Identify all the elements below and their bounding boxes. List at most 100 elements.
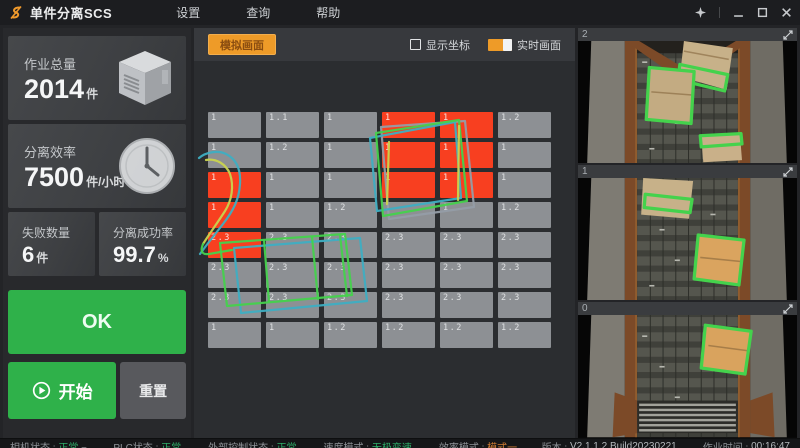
expand-icon[interactable] [783,304,793,314]
grid-cell: 1 [324,172,377,198]
expand-icon[interactable] [783,167,793,177]
grid-cell: 1.2 [266,142,319,168]
show-coordinates-control[interactable]: 显示坐标 [410,37,470,53]
grid-cell: 2.3 [266,262,319,288]
live-view-toggle[interactable] [488,39,512,51]
pin-icon[interactable] [695,7,706,18]
action-buttons: 开始 重置 [8,362,186,419]
minimize-icon[interactable] [733,7,744,18]
simulation-view-button[interactable]: 模拟画面 [208,34,276,55]
grid-cell: 1 [208,202,261,228]
stat-value: 6 [22,242,34,267]
status-dropdown-caret[interactable] [82,444,88,448]
stat-unit: % [158,251,169,265]
job-time-label: 作业时间 [703,439,751,448]
stat-card-total-jobs: 作业总量 2014件 [8,36,186,120]
main-area: 作业总量 2014件 分离效率 7500件/小时 [0,25,800,438]
menu-query[interactable]: 查询 [246,4,270,21]
stat-card-success-rate: 分离成功率 99.7% [99,212,186,276]
grid-cell: 1.2 [324,202,377,228]
show-coordinates-checkbox[interactable] [410,39,421,50]
grid-cell: 2.3 [498,232,551,258]
grid-cell: 1 [208,172,261,198]
title-bar: 单件分离SCS 设置查询帮助 [0,0,800,25]
grid-cell: 2.3 [324,232,377,258]
grid-cell: 2.3 [208,292,261,318]
grid-cell: 2.3 [498,292,551,318]
expand-icon[interactable] [783,30,793,40]
version-info: 版本 V2.1.1.2 Build20230221 [542,439,677,448]
stat-label: 失败数量 [22,224,95,241]
window-controls [695,7,792,18]
menu-settings[interactable]: 设置 [176,4,200,21]
grid-cell: 1.2 [498,112,551,138]
ok-button[interactable]: OK [8,290,186,354]
camera-panel: 2 1 [578,28,797,438]
job-time-value: 00:16:47 [751,441,790,448]
grid-cell: 2.3 [208,232,261,258]
grid-cell: 1 [266,202,319,228]
camera-image [578,41,797,163]
grid-cell: 1 [440,202,493,228]
grid-cell: 2.3 [208,262,261,288]
status-external: 外部控制状态正常 [208,439,296,448]
center-panel: 模拟画面 显示坐标 实时画面 11.11111.211.211111111111… [194,28,575,438]
maximize-icon[interactable] [757,7,768,18]
camera-image [578,178,797,300]
stat-unit: 件 [86,87,98,101]
grid-cell: 1 [498,172,551,198]
stat-card-efficiency: 分离效率 7500件/小时 [8,124,186,208]
grid-cell: 1.2 [382,322,435,348]
grid-cell: 2.3 [324,292,377,318]
menu-help[interactable]: 帮助 [316,4,340,21]
grid-cell: 1 [382,202,435,228]
status-efficiency: 效率模式模式一 [439,439,517,448]
grid-cell: 1.2 [498,202,551,228]
stat-label: 分离成功率 [113,224,186,241]
live-view-control[interactable]: 实时画面 [488,37,561,53]
grid-area: 11.11111.211.21111111111111.2111.22.32.3… [208,112,551,348]
stat-half-row: 失败数量 6件 分离成功率 99.7% [8,212,186,276]
camera-header: 2 [578,28,797,41]
camera-label: 2 [582,29,588,40]
start-button[interactable]: 开始 [8,362,116,419]
close-icon[interactable] [781,7,792,18]
grid-cell: 1 [382,112,435,138]
show-coordinates-label: 显示坐标 [426,37,470,53]
status-speed: 速度模式无极变速 [323,439,411,448]
reset-button[interactable]: 重置 [120,362,186,419]
version-label: 版本 [542,439,570,448]
stat-card-failures: 失败数量 6件 [8,212,95,276]
menu-bar: 设置 查询 帮助 [176,4,340,21]
grid-cell: 2.3 [382,262,435,288]
grid-cell: 2.3 [266,232,319,258]
stat-value: 2014 [24,74,84,104]
job-time-info: 作业时间 00:16:47 [703,439,790,448]
stats-sidebar: 作业总量 2014件 分离效率 7500件/小时 [3,28,191,438]
grid-cell: 1 [382,172,435,198]
status-bar: 相机状态正常PLC状态正常外部控制状态正常速度模式无极变速效率模式模式一 版本 … [0,438,800,448]
stat-value: 7500 [24,162,84,192]
grid-cell: 1 [208,142,261,168]
center-toolbar: 模拟画面 显示坐标 实时画面 [194,28,575,61]
grid-cell: 1.2 [440,322,493,348]
grid-cell: 1 [208,112,261,138]
divider [719,7,720,18]
camera-label: 1 [582,166,588,177]
status-plc: PLC状态正常 [113,439,181,448]
grid-cell: 1.1 [266,112,319,138]
toggle-knob [503,39,512,51]
grid-cell: 1.2 [498,322,551,348]
grid-cell: 2.3 [382,232,435,258]
camera-header: 0 [578,302,797,315]
grid-cell: 1 [440,172,493,198]
grid-cell: 2.3 [382,292,435,318]
grid-cell: 1 [324,142,377,168]
camera-label: 0 [582,303,588,314]
grid-cell: 2.3 [440,292,493,318]
camera-view-0: 0 [578,302,797,437]
camera-view-2: 2 [578,28,797,163]
grid-cell: 1 [266,322,319,348]
grid-cell: 1 [266,172,319,198]
view-controls: 显示坐标 实时画面 [410,37,561,53]
